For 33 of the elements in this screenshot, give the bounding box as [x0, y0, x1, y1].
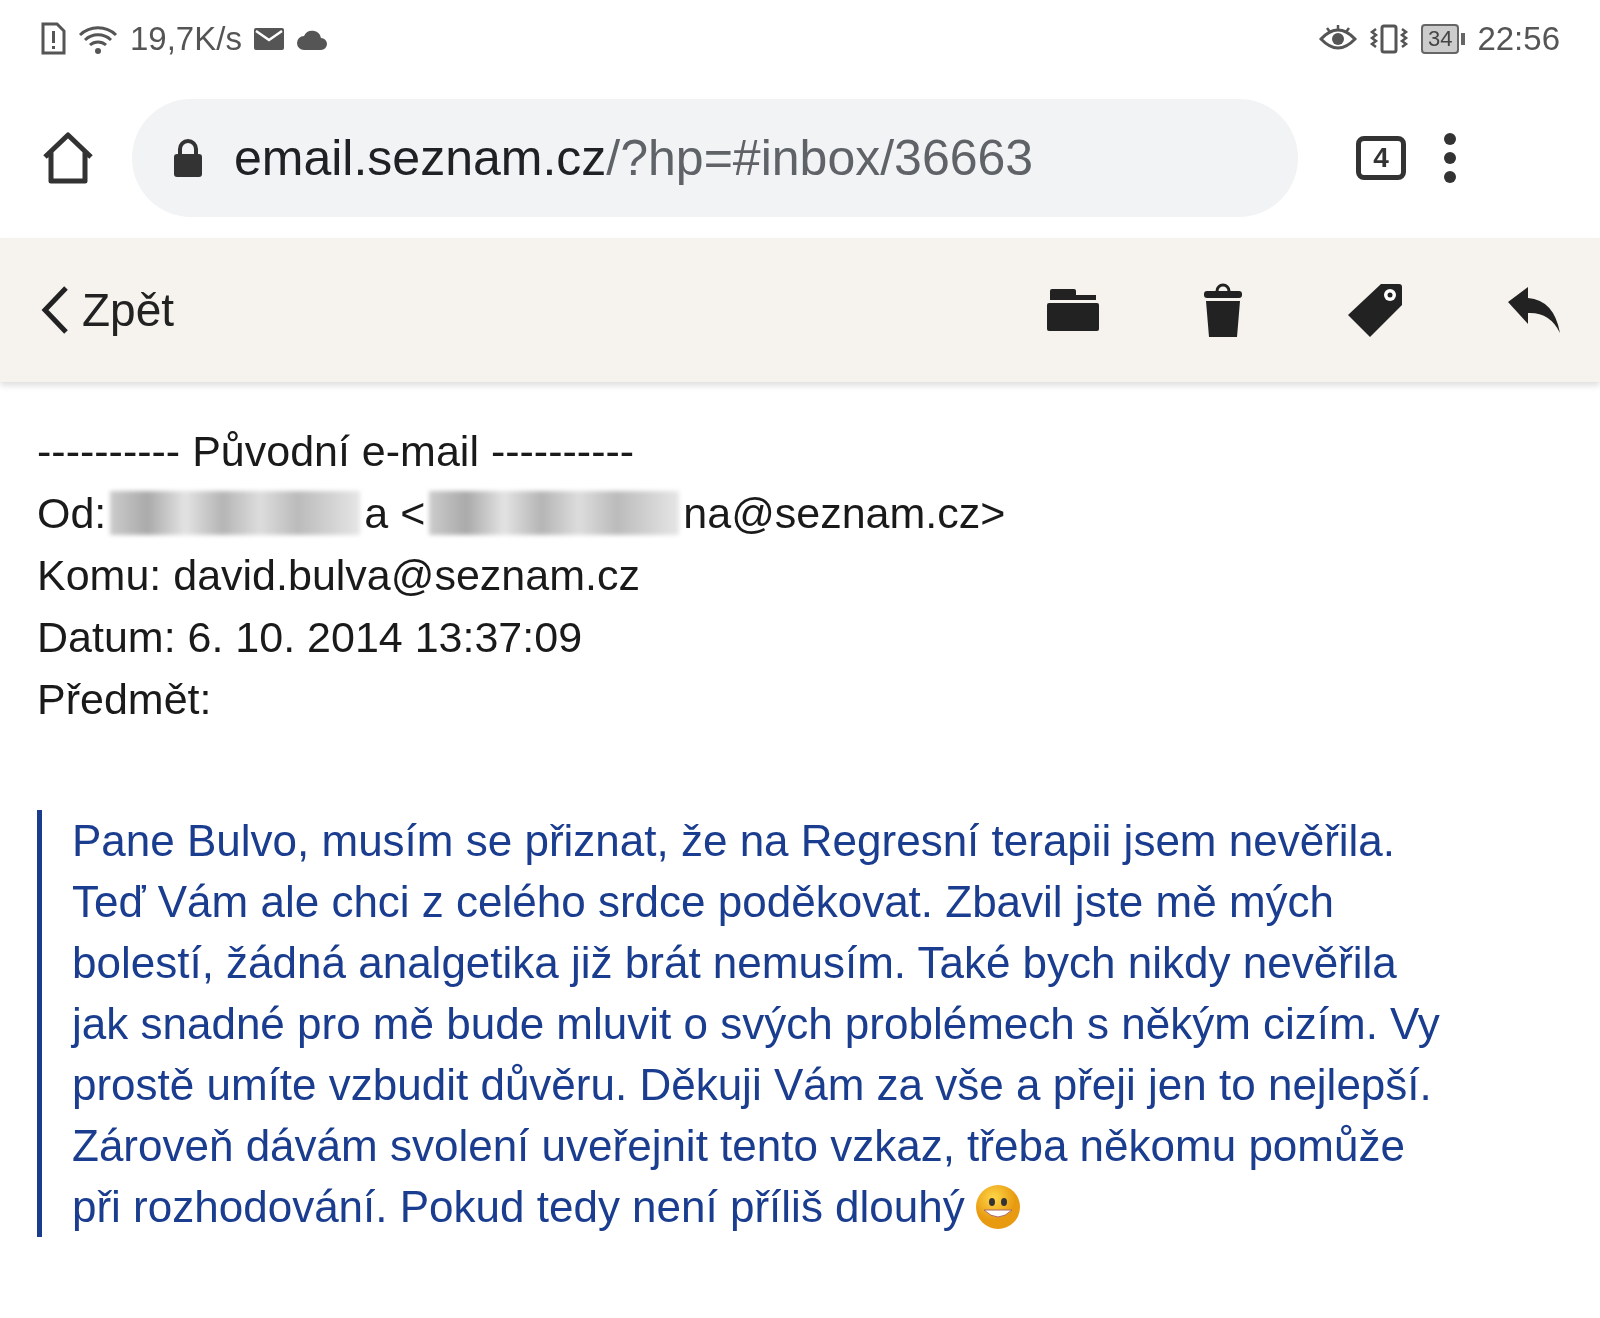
battery-indicator: 34 [1420, 24, 1466, 54]
sim-alert-icon [40, 22, 66, 56]
recipient-line: Komu: david.bulva@seznam.cz [37, 550, 641, 601]
vibrate-icon [1368, 24, 1409, 54]
lock-icon [172, 138, 204, 178]
sender-text: na@seznam.cz> [683, 488, 1006, 539]
overflow-menu-icon[interactable] [1442, 132, 1458, 184]
wifi-icon [78, 23, 118, 55]
message-line: při rozhodování. Pokud tedy není příliš dlouhý [72, 1181, 965, 1233]
email-separator: ---------- Původní e-mail ---------- [37, 426, 636, 477]
network-speed: 19,7K/s [130, 20, 242, 58]
clock: 22:56 [1477, 20, 1560, 58]
reply-icon[interactable] [1508, 287, 1560, 333]
message-line: prostě umíte vzbudit důvěru. Děkuji Vám za vše a přeji jen to nejlepší. [72, 1059, 1432, 1111]
folder-icon[interactable] [1047, 289, 1099, 331]
address-bar[interactable]: email.seznam.cz/?hp=#inbox/36663 [132, 99, 1298, 217]
message-line: bolestí, žádná analgetika již brát nemusím. Také bych nikdy nevěřila [72, 937, 1397, 989]
chevron-left-icon [40, 285, 70, 335]
tag-icon[interactable] [1347, 282, 1403, 338]
message-line: Teď Vám ale chci z celého srdce poděkovat. Zbavil jste mě mých [72, 876, 1335, 928]
url-text[interactable]: email.seznam.cz/?hp=#inbox/36663 [234, 129, 1034, 187]
message-line: Pane Bulvo, musím se přiznat, že na Regresní terapii jsem nevěřila. [72, 815, 1396, 867]
message-line: jak snadné pro mě bude mluvit o svých problémech s někým cizím. Vy [72, 998, 1440, 1050]
date-line: Datum: 6. 10. 2014 13:37:09 [37, 612, 584, 663]
trash-icon[interactable] [1204, 283, 1242, 337]
tab-count-button[interactable]: 4 [1356, 136, 1406, 180]
cloud-icon [295, 28, 328, 50]
mail-icon [253, 28, 284, 50]
back-button[interactable]: Zpět [40, 283, 175, 337]
sender-text: a < [364, 488, 426, 539]
subject-line: Předmět: [37, 674, 213, 725]
message-line: Zároveň dávám svolení uveřejnit tento vzkaz, třeba někomu pomůže [72, 1120, 1405, 1172]
from-label: Od: [37, 488, 107, 539]
